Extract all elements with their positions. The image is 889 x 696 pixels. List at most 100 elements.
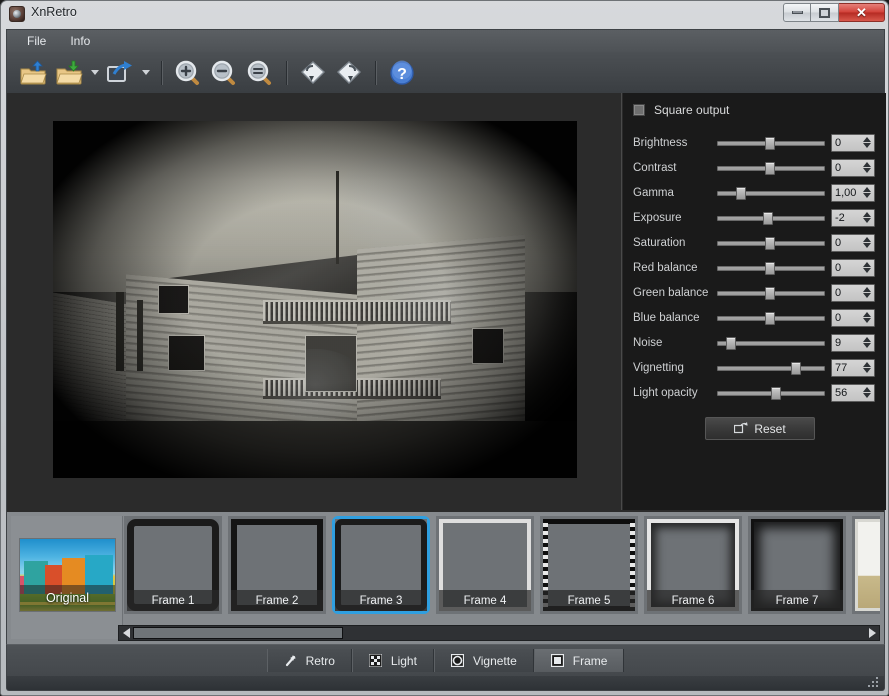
- scrollbar-thumb[interactable]: [133, 627, 343, 639]
- slider-track[interactable]: [717, 384, 825, 402]
- spinbox-down-icon[interactable]: [863, 393, 871, 398]
- slider-track[interactable]: [717, 309, 825, 327]
- slider-thumb[interactable]: [736, 187, 746, 200]
- slider-spinbox[interactable]: 0: [831, 309, 875, 327]
- spinbox-down-icon[interactable]: [863, 268, 871, 273]
- spinbox-down-icon[interactable]: [863, 368, 871, 373]
- frame-thumbnail[interactable]: Frame 2: [228, 516, 326, 614]
- slider-spinbox[interactable]: -2: [831, 209, 875, 227]
- frame-thumbnail[interactable]: [852, 516, 880, 614]
- slider-spinbox[interactable]: 0: [831, 259, 875, 277]
- spinbox-up-icon[interactable]: [863, 212, 871, 217]
- rotate-left-button[interactable]: [296, 56, 330, 90]
- slider-thumb[interactable]: [765, 237, 775, 250]
- square-output-row[interactable]: Square output: [633, 103, 878, 117]
- minimize-button[interactable]: [783, 3, 811, 22]
- spinbox-down-icon[interactable]: [863, 343, 871, 348]
- tab-retro[interactable]: Retro: [267, 649, 352, 672]
- slider-thumb[interactable]: [765, 137, 775, 150]
- slider-spinbox[interactable]: 9: [831, 334, 875, 352]
- spinbox-up-icon[interactable]: [863, 312, 871, 317]
- scroll-left-button[interactable]: [119, 626, 133, 640]
- spinbox-down-icon[interactable]: [863, 143, 871, 148]
- slider-thumb[interactable]: [765, 262, 775, 275]
- rotate-right-button[interactable]: [332, 56, 366, 90]
- scroll-right-button[interactable]: [865, 626, 879, 640]
- spinbox-arrows[interactable]: [863, 387, 871, 398]
- share-button[interactable]: [103, 56, 137, 90]
- spinbox-down-icon[interactable]: [863, 293, 871, 298]
- slider-thumb[interactable]: [791, 362, 801, 375]
- spinbox-arrows[interactable]: [863, 162, 871, 173]
- resize-grip-icon[interactable]: [868, 677, 879, 688]
- filmstrip-scrollbar[interactable]: [118, 625, 880, 641]
- spinbox-arrows[interactable]: [863, 337, 871, 348]
- spinbox-down-icon[interactable]: [863, 243, 871, 248]
- frame-thumbnail[interactable]: Frame 6: [644, 516, 742, 614]
- share-dropdown-arrow[interactable]: [139, 56, 152, 90]
- tab-light[interactable]: Light: [352, 649, 434, 672]
- spinbox-down-icon[interactable]: [863, 318, 871, 323]
- spinbox-up-icon[interactable]: [863, 287, 871, 292]
- slider-thumb[interactable]: [771, 387, 781, 400]
- slider-spinbox[interactable]: 0: [831, 284, 875, 302]
- spinbox-up-icon[interactable]: [863, 162, 871, 167]
- frame-thumbnail[interactable]: Frame 3: [332, 516, 430, 614]
- original-cell[interactable]: Original: [11, 516, 123, 639]
- title-bar[interactable]: XnRetro ✕: [1, 1, 888, 28]
- original-thumbnail[interactable]: Original: [19, 538, 116, 612]
- zoom-in-button[interactable]: [171, 56, 205, 90]
- scrollbar-track[interactable]: [133, 626, 865, 640]
- reset-button[interactable]: Reset: [705, 417, 815, 440]
- spinbox-up-icon[interactable]: [863, 187, 871, 192]
- zoom-fit-button[interactable]: [243, 56, 277, 90]
- spinbox-arrows[interactable]: [863, 262, 871, 273]
- slider-spinbox[interactable]: 56: [831, 384, 875, 402]
- slider-track[interactable]: [717, 359, 825, 377]
- zoom-out-button[interactable]: [207, 56, 241, 90]
- slider-thumb[interactable]: [765, 287, 775, 300]
- slider-spinbox[interactable]: 0: [831, 234, 875, 252]
- open-file-button[interactable]: [16, 56, 50, 90]
- tab-frame[interactable]: Frame: [534, 649, 625, 672]
- frame-thumbnail[interactable]: Frame 1: [124, 516, 222, 614]
- square-output-checkbox[interactable]: [633, 104, 645, 116]
- slider-spinbox[interactable]: 77: [831, 359, 875, 377]
- slider-thumb[interactable]: [726, 337, 736, 350]
- slider-track[interactable]: [717, 184, 825, 202]
- save-file-button[interactable]: [52, 56, 86, 90]
- spinbox-up-icon[interactable]: [863, 237, 871, 242]
- spinbox-up-icon[interactable]: [863, 362, 871, 367]
- spinbox-down-icon[interactable]: [863, 193, 871, 198]
- slider-spinbox[interactable]: 1,00: [831, 184, 875, 202]
- slider-thumb[interactable]: [763, 212, 773, 225]
- spinbox-up-icon[interactable]: [863, 337, 871, 342]
- slider-spinbox[interactable]: 0: [831, 134, 875, 152]
- spinbox-arrows[interactable]: [863, 312, 871, 323]
- close-button[interactable]: ✕: [839, 3, 885, 22]
- frame-thumbnail[interactable]: Frame 5: [540, 516, 638, 614]
- frame-thumbnail[interactable]: Frame 7: [748, 516, 846, 614]
- slider-track[interactable]: [717, 134, 825, 152]
- menu-info[interactable]: Info: [60, 31, 100, 51]
- spinbox-up-icon[interactable]: [863, 387, 871, 392]
- slider-thumb[interactable]: [765, 312, 775, 325]
- spinbox-arrows[interactable]: [863, 237, 871, 248]
- tab-vignette[interactable]: Vignette: [434, 649, 534, 672]
- frame-thumbnail[interactable]: Frame 4: [436, 516, 534, 614]
- spinbox-arrows[interactable]: [863, 187, 871, 198]
- menu-file[interactable]: File: [17, 31, 56, 51]
- spinbox-down-icon[interactable]: [863, 218, 871, 223]
- spinbox-up-icon[interactable]: [863, 137, 871, 142]
- help-button[interactable]: ?: [385, 56, 419, 90]
- spinbox-arrows[interactable]: [863, 287, 871, 298]
- slider-track[interactable]: [717, 159, 825, 177]
- slider-track[interactable]: [717, 209, 825, 227]
- spinbox-down-icon[interactable]: [863, 168, 871, 173]
- save-dropdown-arrow[interactable]: [88, 56, 101, 90]
- slider-track[interactable]: [717, 259, 825, 277]
- maximize-button[interactable]: [811, 3, 839, 22]
- slider-spinbox[interactable]: 0: [831, 159, 875, 177]
- spinbox-up-icon[interactable]: [863, 262, 871, 267]
- slider-track[interactable]: [717, 234, 825, 252]
